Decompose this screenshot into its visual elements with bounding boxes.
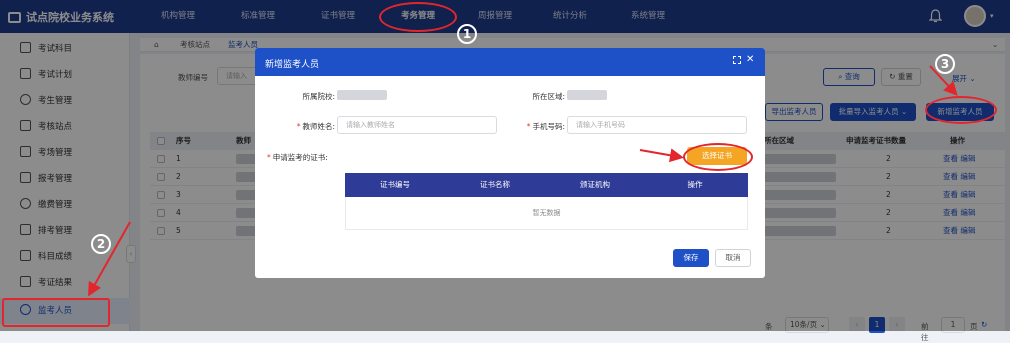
annotation-arrows: [88, 65, 958, 297]
arrow-to-sidebar: [88, 221, 131, 297]
arrow-to-add-button: [929, 65, 958, 96]
arrow-to-select-cert: [639, 148, 684, 163]
